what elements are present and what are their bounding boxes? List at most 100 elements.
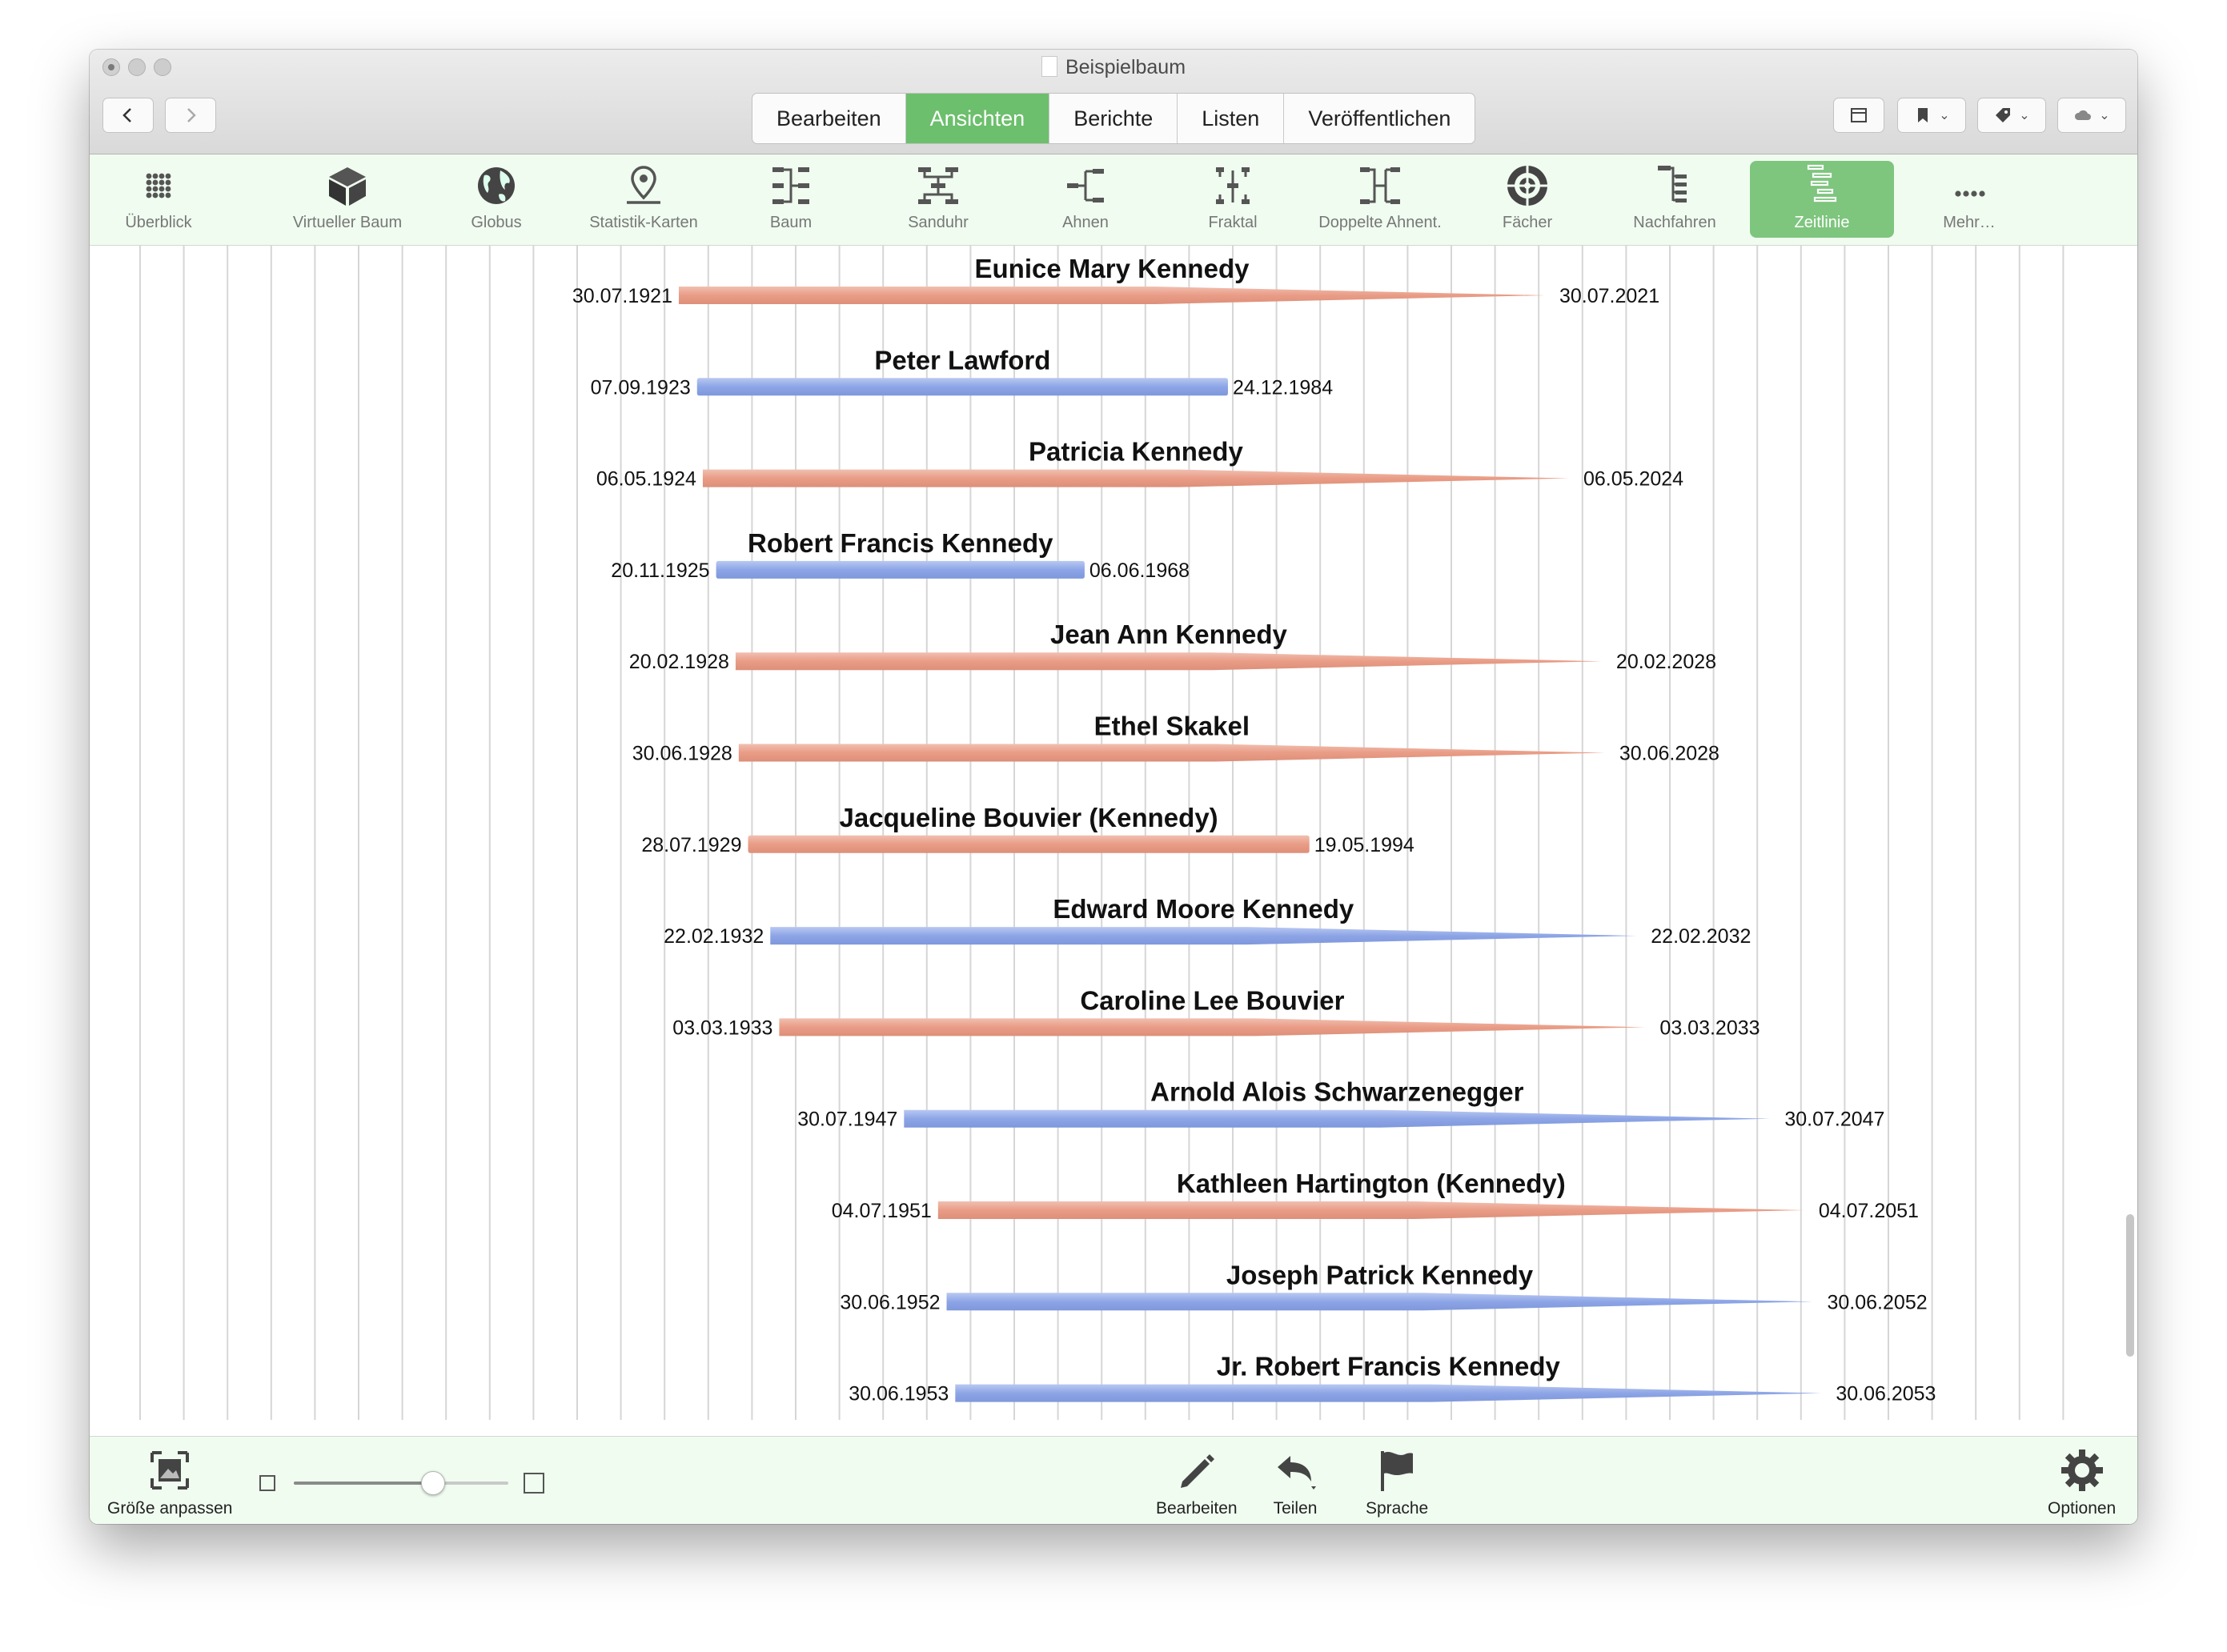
person-name[interactable]: Patricia Kennedy [1029, 437, 1243, 467]
person-name[interactable]: Caroline Lee Bouvier [1080, 985, 1344, 1015]
fit-size-button[interactable]: Größe anpassen [107, 1446, 232, 1518]
birth-date: 03.03.1933 [672, 1016, 772, 1039]
tag-menu-button[interactable]: ⌄ [1977, 98, 2046, 133]
death-date: 03.03.2033 [1659, 1016, 1760, 1039]
window-title-text: Beispielbaum [1065, 56, 1186, 78]
tool-label: Baum [769, 214, 813, 231]
person-name[interactable]: Edward Moore Kennedy [1053, 894, 1354, 924]
zoom-in-icon[interactable] [524, 1473, 544, 1494]
lifespan-bar[interactable] [735, 652, 1602, 671]
lifespan-bar[interactable] [955, 1384, 1822, 1402]
timeline-row[interactable]: Robert Francis Kennedy 20.11.1925 06.06.19… [611, 528, 1190, 582]
timeline-view[interactable]: Eunice Mary Kennedy 30.07.1921 30.07.2021 P… [90, 246, 2137, 1420]
zoom-slider[interactable] [294, 1482, 508, 1485]
death-date: 30.07.2047 [1784, 1109, 1884, 1131]
lifespan-bar[interactable] [904, 1109, 1771, 1128]
tool-doppelte-ahnentafel[interactable]: Doppelte Ahnent. [1308, 161, 1452, 238]
person-name[interactable]: Ethel Skakel [1094, 712, 1250, 741]
lifespan-bar[interactable] [748, 835, 1310, 853]
timeline-row[interactable]: Jr. Robert Francis Kennedy 30.06.1953 30.0… [849, 1352, 1936, 1405]
person-name[interactable]: Jr. Robert Francis Kennedy [1217, 1352, 1561, 1381]
tool-nachfahren[interactable]: Nachfahren [1603, 161, 1747, 238]
descendants-chart-icon [1658, 166, 1687, 202]
tool-virtueller-baum[interactable]: Virtueller Baum [275, 161, 419, 238]
edit-button[interactable]: Bearbeiten [1156, 1446, 1238, 1518]
tool-label: Ahnen [1062, 214, 1109, 231]
panel-icon [1851, 108, 1867, 122]
death-date: 30.07.2021 [1559, 285, 1659, 307]
birth-date: 07.09.1923 [591, 376, 691, 399]
tool-fraktal[interactable]: Fraktal [1161, 161, 1305, 238]
tool-baum[interactable]: Baum [719, 161, 863, 238]
pencil-icon [1180, 1454, 1214, 1488]
timeline-canvas: Eunice Mary Kennedy 30.07.1921 30.07.2021 P… [139, 246, 2064, 1420]
birth-date: 20.11.1925 [611, 559, 709, 582]
tool-globus[interactable]: Globus [424, 161, 568, 238]
lifespan-bar[interactable] [696, 378, 1228, 396]
sidebar-toggle-button[interactable] [1833, 98, 1884, 133]
zoom-slider-fill [294, 1482, 434, 1485]
person-name[interactable]: Eunice Mary Kennedy [975, 254, 1250, 283]
language-label: Sprache [1366, 1499, 1429, 1518]
lifespan-bar[interactable] [779, 1018, 1646, 1037]
language-button[interactable]: Sprache [1366, 1446, 1428, 1518]
share-button[interactable]: Teilen [1271, 1446, 1319, 1518]
timeline-row[interactable]: Peter Lawford 07.09.1923 24.12.1984 [591, 345, 1334, 399]
tree-chart-icon [772, 167, 809, 204]
map-pin-icon [627, 166, 660, 204]
lifespan-bar[interactable] [702, 469, 1569, 487]
death-date: 04.07.2051 [1819, 1200, 1919, 1222]
birth-date: 04.07.1951 [832, 1200, 932, 1222]
zoom-slider-knob[interactable] [421, 1471, 446, 1495]
tab-listen[interactable]: Listen [1178, 94, 1285, 143]
tool-ueberblick[interactable]: Überblick [90, 161, 231, 238]
timeline-row[interactable]: Joseph Patrick Kennedy 30.06.1952 30.06.20… [840, 1260, 1927, 1313]
tool-zeitlinie[interactable]: Zeitlinie [1750, 161, 1894, 238]
tool-label: Nachfahren [1633, 214, 1716, 231]
timeline-row[interactable]: Edward Moore Kennedy 22.02.1932 22.02.2032 [664, 894, 1751, 948]
timeline-row[interactable]: Kathleen Hartington (Kennedy) 04.07.1951 0… [832, 1169, 1919, 1222]
view-toolbar: Überblick Virtueller Baum Globus Statist… [90, 154, 2137, 246]
tool-ahnen[interactable]: Ahnen [1013, 161, 1158, 238]
timeline-row[interactable]: Jean Ann Kennedy 20.02.1928 20.02.2028 [629, 620, 1716, 673]
forward-button[interactable] [165, 98, 216, 133]
timeline-row[interactable]: Jacqueline Bouvier (Kennedy) 28.07.1929 19… [641, 803, 1414, 856]
tab-ansichten[interactable]: Ansichten [905, 94, 1050, 143]
lifespan-bar[interactable] [770, 927, 1637, 945]
timeline-row[interactable]: Eunice Mary Kennedy 30.07.1921 30.07.2021 [572, 254, 1659, 307]
options-button[interactable]: Optionen [2048, 1446, 2116, 1518]
edit-label: Bearbeiten [1156, 1499, 1238, 1518]
back-button[interactable] [102, 98, 154, 133]
more-dots-icon [1955, 190, 1985, 197]
tool-label: Statistik-Karten [589, 214, 698, 231]
lifespan-bar[interactable] [738, 744, 1605, 762]
person-name[interactable]: Arnold Alois Schwarzenegger [1150, 1077, 1524, 1107]
zoom-out-icon[interactable] [259, 1475, 275, 1491]
person-name[interactable]: Kathleen Hartington (Kennedy) [1177, 1169, 1566, 1198]
person-name[interactable]: Peter Lawford [874, 345, 1050, 375]
tab-berichte[interactable]: Berichte [1049, 94, 1178, 143]
person-name[interactable]: Robert Francis Kennedy [748, 528, 1053, 558]
cloud-menu-button[interactable]: ⌄ [2057, 98, 2126, 133]
flag-icon [1381, 1451, 1414, 1491]
lifespan-bar[interactable] [946, 1293, 1813, 1311]
lifespan-bar[interactable] [716, 560, 1085, 579]
timeline-row[interactable]: Patricia Kennedy 06.05.1924 06.05.2024 [596, 437, 1683, 491]
lifespan-bar[interactable] [678, 287, 1545, 304]
tool-label: Virtueller Baum [292, 214, 403, 231]
person-name[interactable]: Joseph Patrick Kennedy [1226, 1260, 1534, 1289]
birth-date: 30.06.1953 [849, 1383, 949, 1405]
tab-bearbeiten[interactable]: Bearbeiten [752, 94, 906, 143]
bookmark-menu-button[interactable]: ⌄ [1897, 98, 1966, 133]
tool-mehr[interactable]: Mehr… [1897, 161, 2041, 238]
tool-statistik-karten[interactable]: Statistik-Karten [572, 161, 716, 238]
tool-faecher[interactable]: Fächer [1455, 161, 1599, 238]
timeline-row[interactable]: Caroline Lee Bouvier 03.03.1933 03.03.2033 [672, 985, 1760, 1039]
tab-veroeffentlichen[interactable]: Veröffentlichen [1284, 94, 1475, 143]
lifespan-bar[interactable] [937, 1201, 1804, 1219]
vertical-scrollbar[interactable] [2126, 1214, 2134, 1357]
tool-sanduhr[interactable]: Sanduhr [866, 161, 1010, 238]
timeline-row[interactable]: Arnold Alois Schwarzenegger 30.07.1947 30.… [797, 1077, 1884, 1131]
person-name[interactable]: Jean Ann Kennedy [1050, 620, 1287, 649]
person-name[interactable]: Jacqueline Bouvier (Kennedy) [840, 803, 1218, 832]
